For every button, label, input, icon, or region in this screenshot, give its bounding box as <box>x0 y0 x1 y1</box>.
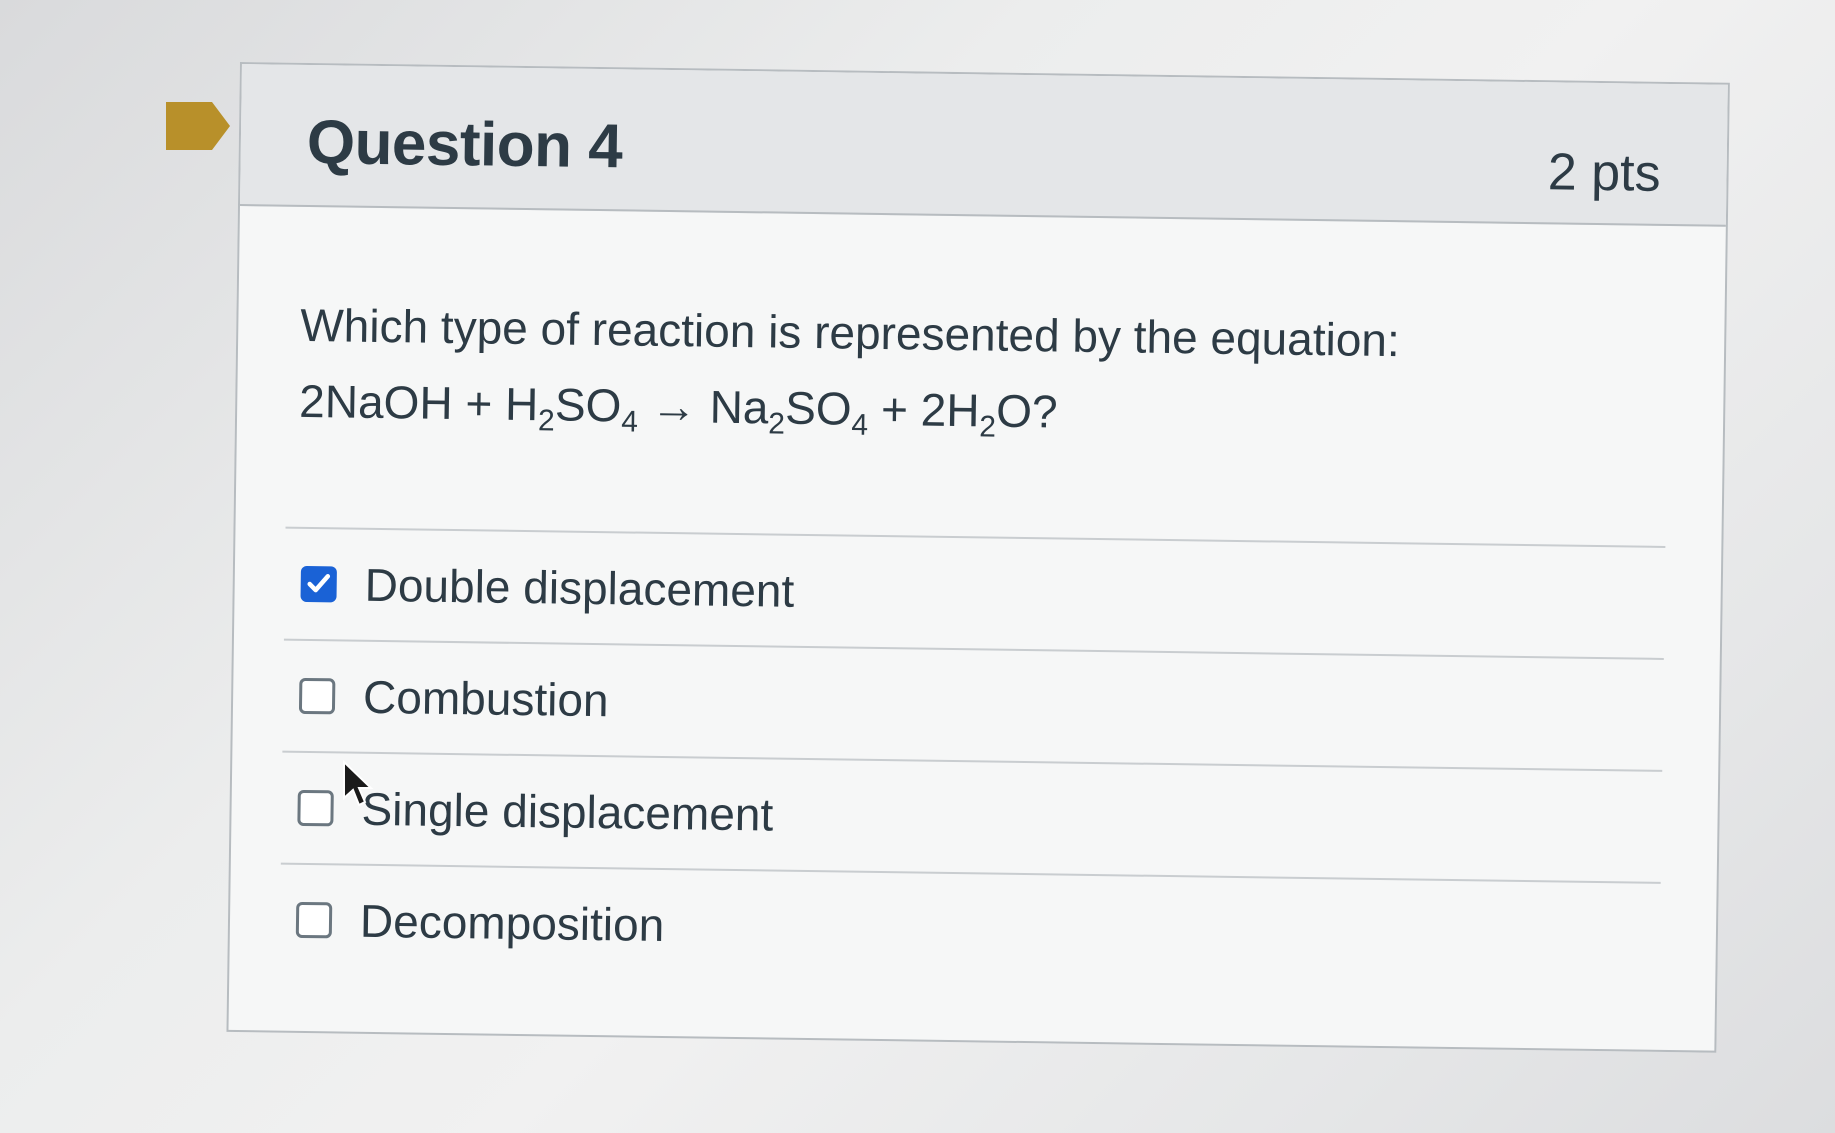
answer-option[interactable]: Single displacement <box>280 750 1663 882</box>
answer-option[interactable]: Decomposition <box>279 862 1661 994</box>
answer-checkbox-checked[interactable] <box>300 565 337 603</box>
question-flag-icon[interactable] <box>166 102 230 150</box>
answer-option[interactable]: Combustion <box>282 638 1664 770</box>
answer-checkbox[interactable] <box>295 901 333 939</box>
question-text: Which type of reaction is represented by… <box>299 287 1601 457</box>
question-points: 2 pts <box>1547 143 1661 203</box>
answer-option[interactable]: Double displacement <box>283 526 1666 658</box>
answer-list: Double displacement Combustion Single di… <box>279 526 1666 994</box>
answer-label: Single displacement <box>361 782 774 841</box>
answer-checkbox[interactable] <box>297 789 334 827</box>
answer-label: Decomposition <box>359 894 665 952</box>
mouse-pointer-icon <box>343 760 374 807</box>
checkmark-icon <box>307 574 331 593</box>
question-card: Question 4 2 pts Which type of reaction … <box>226 62 1730 1053</box>
question-header: Question 4 2 pts <box>239 64 1728 227</box>
answer-label: Double displacement <box>364 558 795 617</box>
question-title: Question 4 <box>306 107 623 182</box>
answer-label: Combustion <box>362 670 609 727</box>
answer-checkbox[interactable] <box>298 677 336 715</box>
